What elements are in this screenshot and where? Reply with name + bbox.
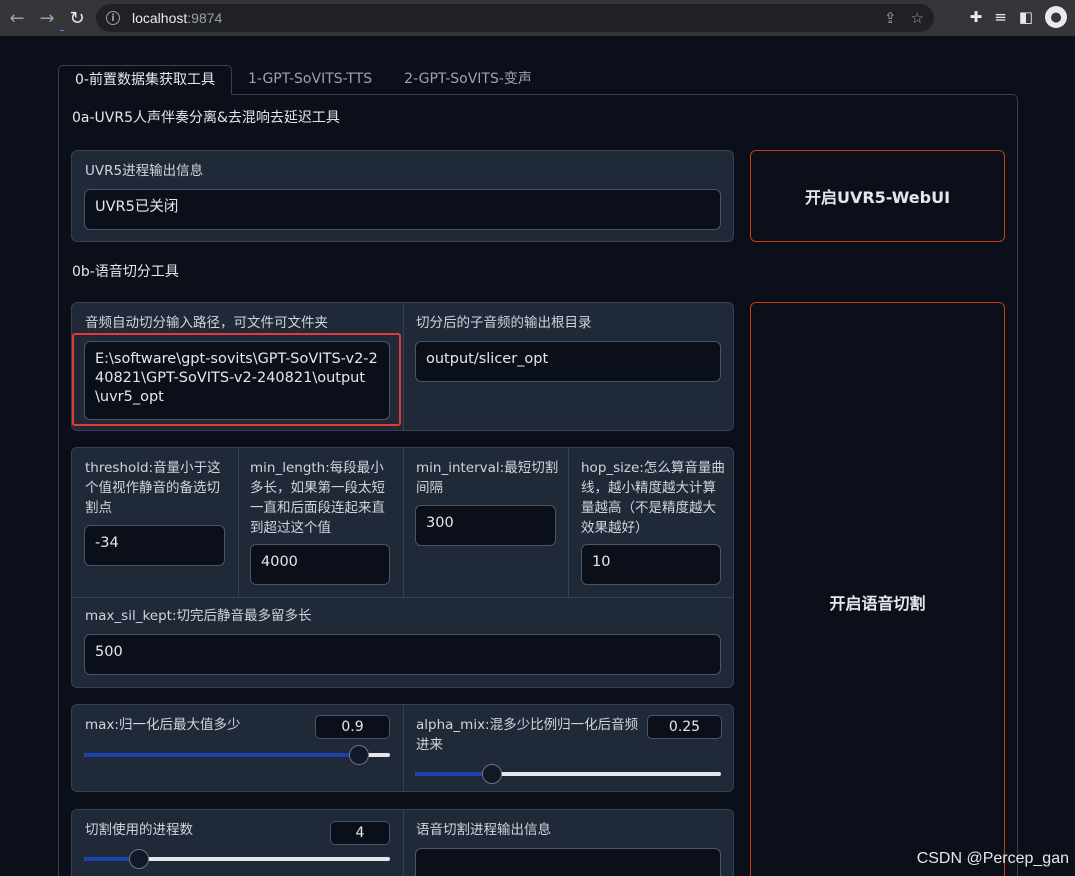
- max-sil-kept-field[interactable]: 500: [84, 634, 721, 675]
- alpha-mix-number-input[interactable]: 0.25: [647, 715, 722, 739]
- share-icon[interactable]: ⇪: [884, 9, 897, 27]
- hop-size-field[interactable]: 10: [581, 544, 721, 585]
- max-slider[interactable]: [84, 745, 390, 765]
- n-process-label: 切割使用的进程数: [85, 822, 193, 838]
- bookmark-star-icon[interactable]: ☆: [911, 9, 924, 27]
- tab-voice-change[interactable]: 2-GPT-SoVITS-变声: [388, 65, 548, 95]
- input-path-label: 音频自动切分输入路径，可文件可文件夹: [85, 315, 328, 331]
- profile-avatar-icon[interactable]: ●: [1045, 6, 1067, 28]
- uvr5-output-field[interactable]: UVR5已关闭: [84, 189, 721, 230]
- n-process-slider[interactable]: [84, 849, 390, 869]
- output-dir-field[interactable]: output/slicer_opt: [415, 341, 721, 382]
- tab-bar: 0-前置数据集获取工具 1-GPT-SoVITS-TTS 2-GPT-SoVIT…: [58, 65, 548, 95]
- slicer-output-label: 语音切割进程输出信息: [416, 822, 551, 838]
- slicer-output-field[interactable]: [415, 848, 721, 876]
- open-slicer-button[interactable]: 开启语音切割: [750, 302, 1005, 876]
- n-process-number-input[interactable]: 4: [330, 821, 390, 845]
- uvr5-section-title: 0a-UVR5人声伴奏分离&去混响去延迟工具: [72, 110, 340, 126]
- max-label: max:归一化后最大值多少: [85, 717, 241, 733]
- min-interval-label: min_interval:最短切割间隔: [416, 460, 559, 496]
- forward-arrow-icon[interactable]: →: [34, 5, 60, 31]
- max-slider-thumb[interactable]: [349, 745, 370, 765]
- reading-list-icon[interactable]: ≡: [994, 8, 1007, 26]
- alpha-mix-slider-thumb[interactable]: [481, 764, 502, 784]
- min-length-label: min_length:每段最小多长，如果第一段太短一直和后面段连起来直到超过这个…: [250, 460, 385, 536]
- threshold-field[interactable]: -34: [84, 525, 225, 566]
- slicer-params-block: threshold:音量小于这个值视作静音的备选切割点 -34 min_leng…: [71, 447, 734, 688]
- hop-size-label: hop_size:怎么算音量曲线，越小精度越大计算量越高（不是精度越大效果越好）: [581, 460, 725, 536]
- min-length-field[interactable]: 4000: [250, 544, 390, 585]
- tab-dataset-tools[interactable]: 0-前置数据集获取工具: [58, 65, 232, 95]
- uvr5-output-block: UVR5进程输出信息 UVR5已关闭: [71, 150, 734, 242]
- extensions-puzzle-icon[interactable]: ✚: [970, 8, 983, 26]
- uvr5-output-label: UVR5进程输出信息: [85, 163, 204, 179]
- alpha-mix-slider[interactable]: [415, 764, 721, 784]
- csdn-watermark: CSDN @Percep_gan: [916, 850, 1069, 867]
- site-info-icon[interactable]: i: [106, 11, 120, 25]
- url-text: localhost:9874: [132, 10, 223, 26]
- alpha-mix-label: alpha_mix:混多少比例归一化后音频进来: [416, 717, 639, 753]
- red-highlight-box: [72, 333, 401, 426]
- threshold-label: threshold:音量小于这个值视作静音的备选切割点: [85, 460, 221, 516]
- max-sil-kept-label: max_sil_kept:切完后静音最多留多长: [85, 608, 312, 624]
- output-dir-label: 切分后的子音频的输出根目录: [416, 315, 592, 331]
- normalize-sliders-block: max:归一化后最大值多少 0.9 alpha_mix:混多少比例归一化后音频进…: [71, 704, 734, 792]
- process-block: 切割使用的进程数 4 语音切割进程输出信息: [71, 809, 734, 876]
- max-number-input[interactable]: 0.9: [315, 715, 390, 739]
- slicer-section-title: 0b-语音切分工具: [72, 264, 179, 280]
- side-panel-icon[interactable]: ◧: [1019, 8, 1033, 26]
- open-uvr5-webui-button[interactable]: 开启UVR5-WebUI: [750, 150, 1005, 242]
- min-interval-field[interactable]: 300: [415, 505, 556, 546]
- cut-off-link: [60, 28, 620, 42]
- n-process-slider-thumb[interactable]: [129, 849, 150, 869]
- tab-tts[interactable]: 1-GPT-SoVITS-TTS: [232, 65, 388, 95]
- back-arrow-icon[interactable]: ←: [4, 5, 30, 31]
